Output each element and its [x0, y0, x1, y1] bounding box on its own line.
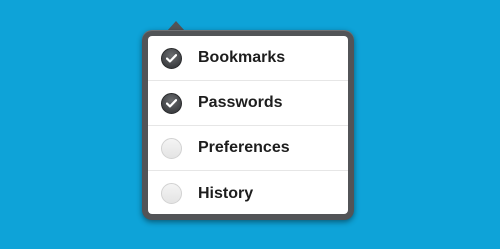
checkmark-icon[interactable] [161, 92, 182, 114]
option-passwords[interactable]: Passwords [148, 81, 348, 126]
option-label: Bookmarks [198, 49, 286, 66]
empty-circle-icon[interactable] [161, 137, 182, 159]
options-list: Bookmarks Passwords Preferences History [148, 36, 348, 214]
option-label: History [198, 184, 254, 202]
checkmark-icon[interactable] [161, 47, 182, 69]
empty-circle-icon[interactable] [161, 183, 182, 204]
option-label: Passwords [198, 94, 283, 111]
option-label: Preferences [198, 139, 290, 156]
sync-options-popover: Bookmarks Passwords Preferences History [142, 30, 354, 220]
option-preferences[interactable]: Preferences [148, 126, 348, 171]
option-bookmarks[interactable]: Bookmarks [148, 36, 348, 81]
option-history[interactable]: History [148, 171, 348, 214]
